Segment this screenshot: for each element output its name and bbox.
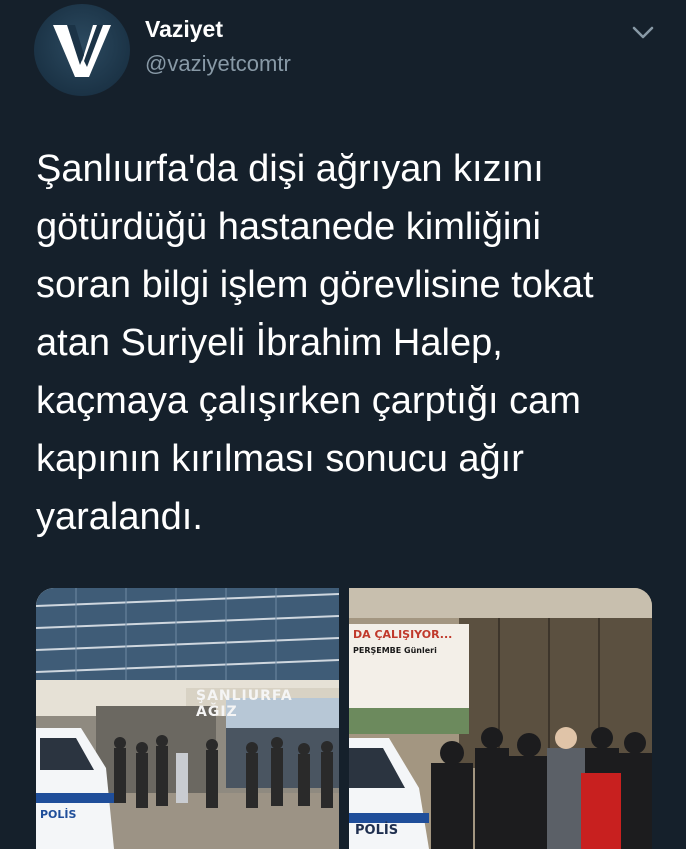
banner-text-line2: PERŞEMBE Günleri xyxy=(353,646,437,655)
tweet-media[interactable]: ŞANLIURFA AĞIZ POLİS DA ÇALIŞIYOR... PER… xyxy=(36,588,652,849)
police-car-label: POLİS xyxy=(40,808,77,821)
vaziyet-v-logo-icon xyxy=(53,25,111,77)
hospital-building-photo[interactable]: ŞANLIURFA AĞIZ POLİS xyxy=(36,588,339,849)
building-sign: ŞANLIURFA AĞIZ xyxy=(196,688,293,720)
avatar[interactable] xyxy=(34,4,130,96)
chevron-down-icon[interactable] xyxy=(628,22,658,44)
banner-text-line1: DA ÇALIŞIYOR... xyxy=(353,628,453,641)
crowd-police-photo[interactable]: DA ÇALIŞIYOR... PERŞEMBE Günleri POLİS xyxy=(349,588,652,849)
account-name[interactable]: Vaziyet xyxy=(145,16,223,43)
tweet-text: Şanlıurfa'da dişi ağrıyan kızını götürdü… xyxy=(36,148,594,538)
police-car-label: POLİS xyxy=(355,823,399,838)
account-handle[interactable]: @vaziyetcomtr xyxy=(145,51,291,77)
